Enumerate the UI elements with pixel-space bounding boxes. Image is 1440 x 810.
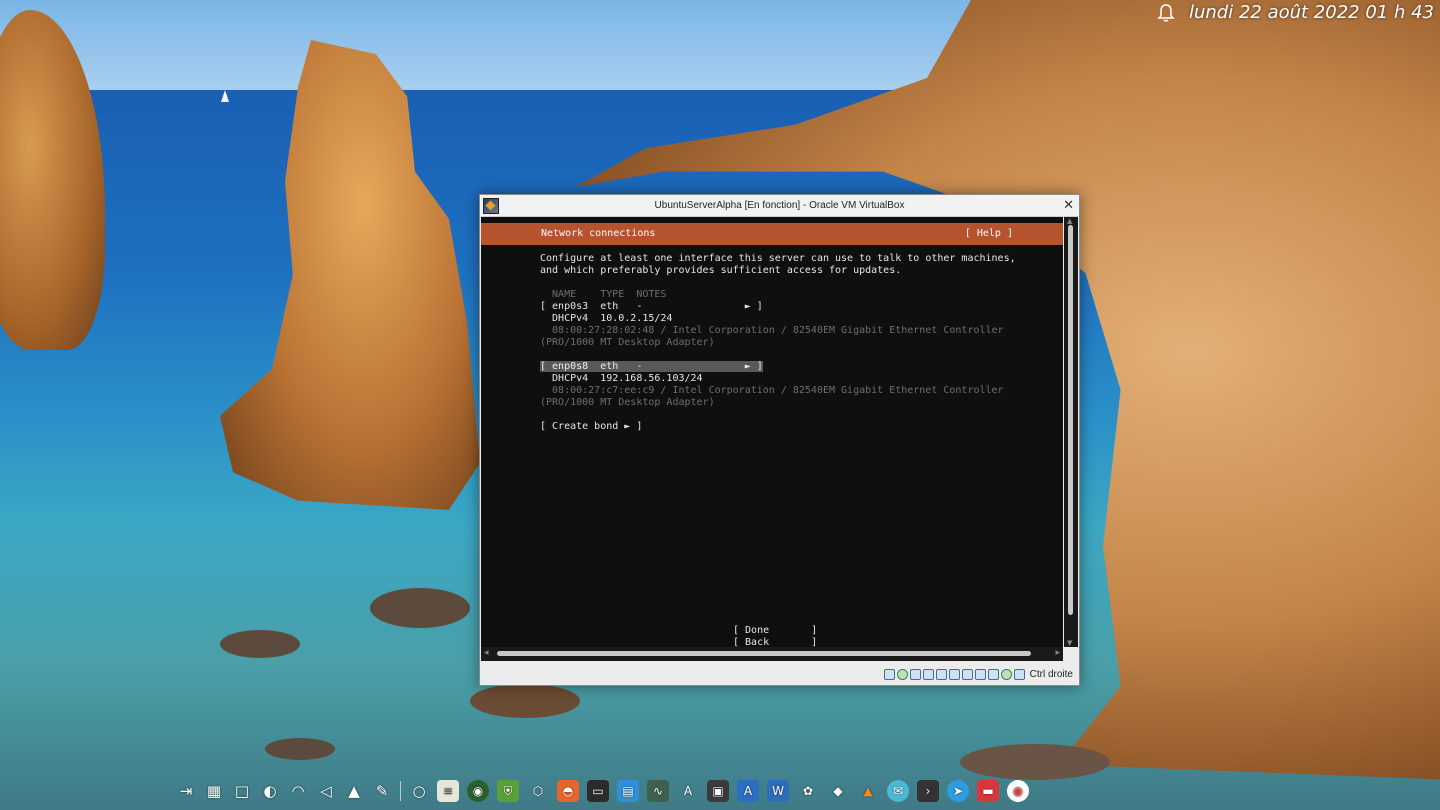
telegram-icon[interactable]: ➤ <box>947 780 969 802</box>
notes-icon[interactable]: ≡ <box>437 780 459 802</box>
wallpaper-stone <box>370 588 470 628</box>
virtualbox-window: UbuntuServerAlpha [En fonction] - Oracle… <box>479 194 1080 686</box>
display-icon[interactable] <box>961 668 973 680</box>
virtualbox-app-icon <box>483 198 499 214</box>
wallpaper-sailboat <box>221 90 229 102</box>
network-icon[interactable] <box>922 668 934 680</box>
search-icon[interactable]: ○ <box>409 781 429 801</box>
interface-row-enp0s3[interactable]: [ enp0s3 eth - ► ] <box>540 301 763 312</box>
wallpaper-stone <box>265 738 335 760</box>
help-button[interactable]: [ Help ] <box>965 228 1013 239</box>
audio-icon[interactable] <box>909 668 921 680</box>
interface-hardware-info: 08:00:27:c7:ee:c9 / Intel Corporation / … <box>540 385 1004 396</box>
system-monitor-icon[interactable]: ∿ <box>647 780 669 802</box>
launcher-icon[interactable]: ⇥ <box>176 781 196 801</box>
word-icon[interactable]: W <box>767 780 789 802</box>
vlc-icon[interactable]: ▲ <box>857 780 879 802</box>
window-titlebar[interactable]: UbuntuServerAlpha [En fonction] - Oracle… <box>480 195 1079 217</box>
wifi-icon[interactable]: ◠ <box>288 781 308 801</box>
calculator-icon[interactable]: ▣ <box>707 780 729 802</box>
horizontal-scrollbar[interactable]: ◂ ▸ <box>481 647 1063 661</box>
color-picker-icon[interactable]: ✎ <box>372 781 392 801</box>
chrome-icon[interactable]: ◉ <box>1007 780 1029 802</box>
notification-bell-icon[interactable] <box>1157 3 1175 23</box>
cpu-icon[interactable] <box>987 668 999 680</box>
show-desktop-icon[interactable]: □ <box>232 781 252 801</box>
volume-icon[interactable]: ◁ <box>316 781 336 801</box>
scroll-left-icon[interactable]: ◂ <box>484 648 489 658</box>
usb-icon[interactable] <box>935 668 947 680</box>
apps-grid-icon[interactable]: ▦ <box>204 781 224 801</box>
back-button[interactable]: [ Back ] <box>733 637 817 647</box>
hard-disk-icon[interactable] <box>883 668 895 680</box>
window-title: UbuntuServerAlpha [En fonction] - Oracle… <box>654 200 905 211</box>
interface-hardware-model: (PRO/1000 MT Desktop Adapter) <box>540 337 715 348</box>
host-key-label: Ctrl droite <box>1029 668 1073 680</box>
create-bond-button[interactable]: [ Create bond ► ] <box>540 421 642 432</box>
inkscape-icon[interactable]: ◆ <box>827 780 849 802</box>
browser-icon[interactable]: ◉ <box>467 780 489 802</box>
interface-address: DHCPv4 192.168.56.103/24 <box>540 373 703 384</box>
terminal-icon[interactable]: ▭ <box>587 780 609 802</box>
close-icon[interactable]: ✕ <box>1063 197 1074 213</box>
vpn-icon[interactable]: ⛨ <box>497 780 519 802</box>
wallpaper-stone <box>960 744 1110 780</box>
console-icon[interactable]: › <box>917 780 939 802</box>
top-panel: lundi 22 août 2022 01 h 43 <box>1157 2 1434 23</box>
video-capture-icon[interactable] <box>974 668 986 680</box>
vertical-scroll-thumb[interactable] <box>1068 225 1073 615</box>
optical-drive-icon[interactable] <box>896 668 908 680</box>
scroll-up-icon[interactable]: ▲ <box>1067 217 1072 225</box>
shared-folders-icon[interactable] <box>948 668 960 680</box>
gimp-icon[interactable]: ✿ <box>797 780 819 802</box>
mouse-integration-icon[interactable] <box>1000 668 1012 680</box>
page-title: Network connections <box>541 228 656 239</box>
clock[interactable]: lundi 22 août 2022 01 h 43 <box>1189 2 1434 23</box>
intro-text-line1: Configure at least one interface this se… <box>540 253 1016 264</box>
vm-screen[interactable]: Network connections [ Help ] Configure a… <box>481 217 1063 647</box>
app-orange-icon[interactable]: ◓ <box>557 780 579 802</box>
vertical-scrollbar[interactable]: ▲ ▼ <box>1064 217 1078 647</box>
scroll-down-icon[interactable]: ▼ <box>1067 639 1072 647</box>
font-icon[interactable]: A <box>677 780 699 802</box>
taskbar: ⇥ ▦ □ ◐ ◠ ◁ ▲ ✎ ○ ≡ ◉ ⛨ ⬡ ◓ ▭ ▤ ∿ A ▣ A … <box>0 776 1440 810</box>
keyboard-icon[interactable] <box>1013 668 1025 680</box>
file-manager-icon[interactable]: ▬ <box>977 780 999 802</box>
mail-icon[interactable]: ✉ <box>887 780 909 802</box>
files-icon[interactable]: ▤ <box>617 780 639 802</box>
wallpaper-stone <box>470 684 580 718</box>
tray-expand-icon[interactable]: ▲ <box>344 781 364 801</box>
interface-table-header: NAME TYPE NOTES <box>540 289 667 300</box>
scroll-right-icon[interactable]: ▸ <box>1055 648 1060 658</box>
done-button[interactable]: [ Done ] <box>733 625 817 636</box>
ide-icon[interactable]: A <box>737 780 759 802</box>
virtualbox-icon[interactable]: ⬡ <box>527 780 549 802</box>
wallpaper-stone <box>220 630 300 658</box>
interface-hardware-info: 08:00:27:28:02:48 / Intel Corporation / … <box>540 325 1004 336</box>
interface-row-enp0s8[interactable]: [ enp0s8 eth - ► ] <box>540 361 763 372</box>
night-light-icon[interactable]: ◐ <box>260 781 280 801</box>
horizontal-scroll-thumb[interactable] <box>497 651 1031 656</box>
vm-statusbar: Ctrl droite <box>480 663 1079 685</box>
interface-address: DHCPv4 10.0.2.15/24 <box>540 313 673 324</box>
intro-text-line2: and which preferably provides sufficient… <box>540 265 902 276</box>
interface-hardware-model: (PRO/1000 MT Desktop Adapter) <box>540 397 715 408</box>
installer-header: Network connections [ Help ] <box>481 223 1063 245</box>
taskbar-separator <box>400 781 401 801</box>
